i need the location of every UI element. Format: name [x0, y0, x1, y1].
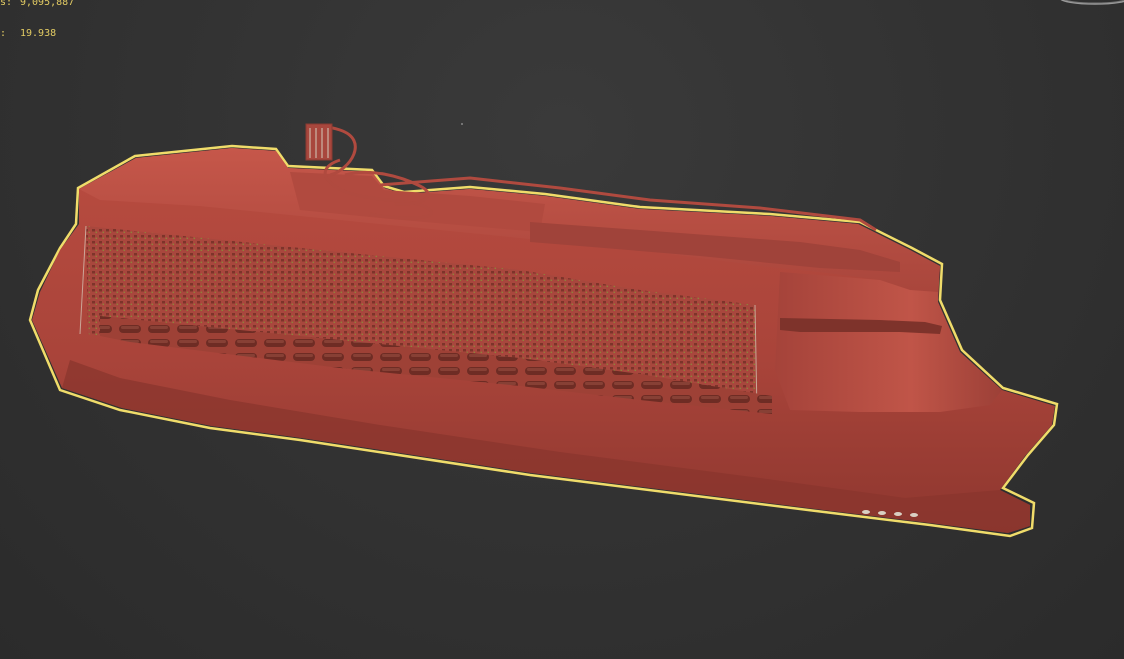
viewport[interactable]: s: 9,095,887 : 19.938 [0, 0, 1124, 659]
bow-superstructure [775, 272, 1002, 412]
ship-model[interactable] [0, 0, 1124, 659]
viewport-speck [461, 123, 463, 125]
antenna-mast [305, 123, 333, 161]
